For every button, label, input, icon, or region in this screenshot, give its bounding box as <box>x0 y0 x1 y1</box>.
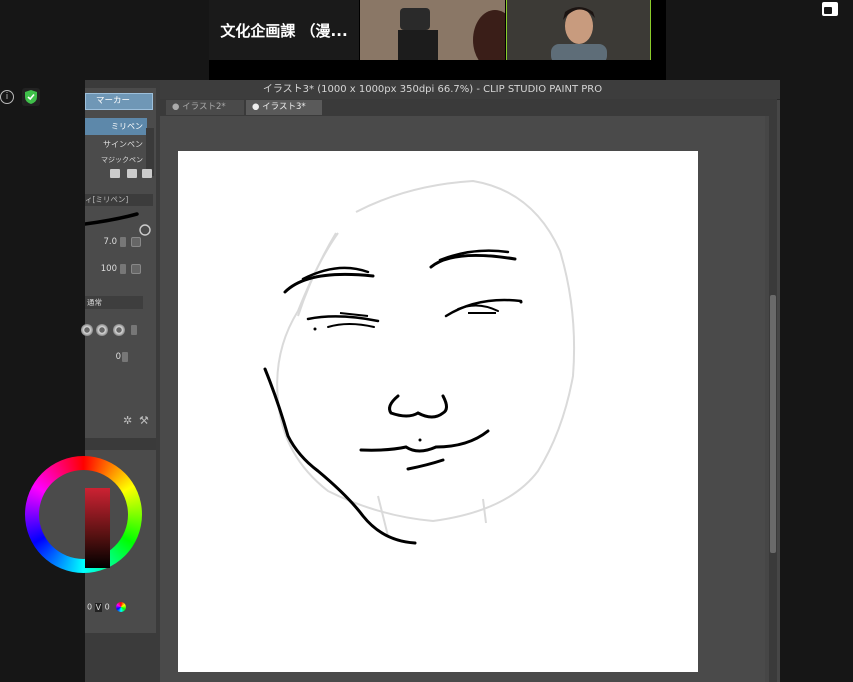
anti-alias-medium-icon[interactable] <box>113 324 125 336</box>
opacity-value[interactable]: 100 <box>95 264 117 274</box>
color-readout-v: V <box>94 602 103 612</box>
window-title: イラスト3* (1000 x 1000px 350dpi 66.7%) - CL… <box>85 80 780 100</box>
canvas-area[interactable] <box>160 116 765 682</box>
shield-check-icon[interactable] <box>22 88 40 106</box>
brush-stroke-preview <box>85 212 151 236</box>
brush-size-spinner[interactable] <box>120 237 126 247</box>
scrollbar-thumb[interactable] <box>770 295 776 553</box>
blend-mode-select[interactable]: 通常 <box>85 296 143 309</box>
participant-video-2[interactable] <box>506 0 651 60</box>
participant-name-tile[interactable]: 文化企画課 （漫... <box>209 0 359 60</box>
brush-item-signpen[interactable]: サインペン <box>85 136 147 153</box>
correction-value[interactable]: 0 <box>105 352 121 362</box>
new-subtool-icon[interactable] <box>127 169 137 178</box>
palette-panel: マーカー ミリペン サインペン マジックペン ィ[ミリペン] 7.0 100 通… <box>25 88 156 633</box>
layout-toggle-icon[interactable] <box>822 2 838 16</box>
color-wheel-icon[interactable] <box>116 602 127 612</box>
brush-item-millipen[interactable]: ミリペン <box>85 118 147 135</box>
tab-label: イラスト2* <box>182 102 226 112</box>
tab-close-icon[interactable]: ● <box>252 102 262 112</box>
settings-gear-icon[interactable]: ✲ <box>123 414 135 427</box>
anti-alias-weak-icon[interactable] <box>96 324 108 336</box>
color-readout-h: 0 <box>87 602 93 612</box>
color-wheel-panel: 0 V 0 <box>25 438 156 618</box>
participant-video-1[interactable] <box>360 0 505 60</box>
wrench-icon[interactable]: ⚒ <box>139 414 151 427</box>
opacity-spinner[interactable] <box>120 264 126 274</box>
saturation-value-square[interactable] <box>85 488 110 568</box>
hue-ring-inner <box>39 470 128 559</box>
tab-illust3[interactable]: ● イラスト3* <box>246 100 322 115</box>
participant-video-2-image <box>507 0 650 60</box>
brush-item-magicpen[interactable]: マジックペン <box>85 154 147 164</box>
document-tabs: ● イラスト2* ● イラスト3* <box>160 99 770 116</box>
tab-label: イラスト3* <box>262 102 306 112</box>
anti-alias-spinner[interactable] <box>131 325 137 335</box>
canvas-vertical-scrollbar[interactable] <box>769 99 777 682</box>
copy-subtool-icon[interactable] <box>110 169 120 178</box>
tab-close-icon[interactable]: ● <box>172 102 182 112</box>
anti-alias-none-icon[interactable] <box>81 324 93 336</box>
info-icon[interactable]: i <box>0 90 14 104</box>
color-readout-s: 0 <box>104 602 110 612</box>
color-panel-tabs[interactable] <box>85 438 156 450</box>
sub-tool-group-marker[interactable]: マーカー <box>85 93 153 110</box>
tool-palette: マーカー ミリペン サインペン マジックペン ィ[ミリペン] 7.0 100 通… <box>25 80 160 682</box>
trash-icon[interactable] <box>142 169 152 178</box>
clip-studio-window: イラスト3* (1000 x 1000px 350dpi 66.7%) - CL… <box>25 80 780 682</box>
tab-illust2[interactable]: ● イラスト2* <box>166 100 244 115</box>
meeting-name-label: 文化企画課 （漫... <box>220 21 348 40</box>
brush-size-dynamics-icon[interactable] <box>131 237 141 247</box>
zoom-video-strip: 文化企画課 （漫... <box>209 0 666 80</box>
brush-size-value[interactable]: 7.0 <box>95 237 117 247</box>
correction-spinner[interactable] <box>122 352 128 362</box>
participant-video-1-image <box>360 0 505 60</box>
drawing-canvas[interactable] <box>178 151 698 672</box>
tool-property-header: ィ[ミリペン] <box>85 194 153 206</box>
color-readout: 0 V 0 <box>87 602 127 612</box>
face-sketch <box>263 179 576 545</box>
opacity-dynamics-icon[interactable] <box>131 264 141 274</box>
